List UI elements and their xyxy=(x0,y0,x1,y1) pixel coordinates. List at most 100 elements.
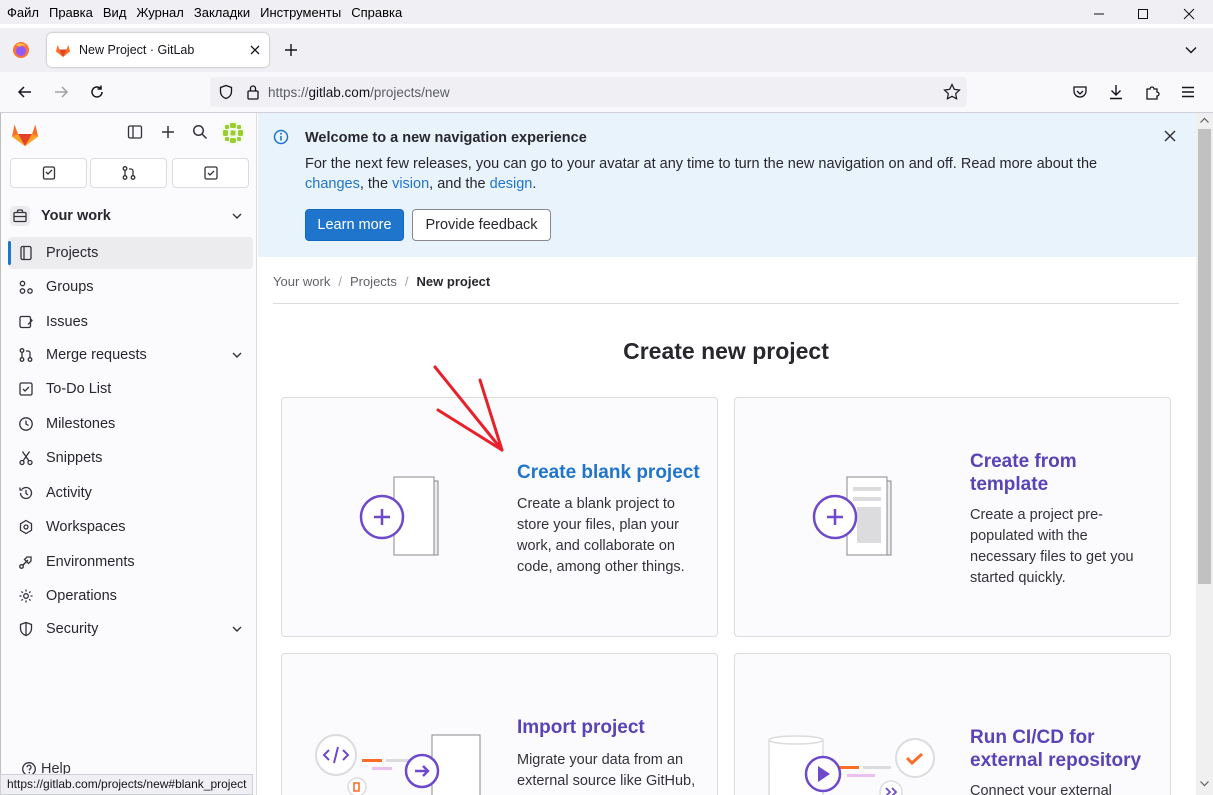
sidebar-item-label: Projects xyxy=(46,245,99,261)
learn-more-button[interactable]: Learn more xyxy=(305,209,404,241)
menu-tools[interactable]: Инструменты xyxy=(255,5,346,20)
search-button[interactable] xyxy=(192,124,208,143)
shield-tracking-icon[interactable] xyxy=(218,84,234,100)
import-project-card[interactable]: Import project Migrate your data from an… xyxy=(281,653,718,795)
sidebar-item-label: To-Do List xyxy=(46,381,112,397)
template-illustration xyxy=(812,476,892,556)
menu-view[interactable]: Вид xyxy=(98,5,132,20)
create-new-button[interactable] xyxy=(160,124,176,143)
breadcrumb: Your work / Projects / New project xyxy=(273,273,491,289)
user-avatar[interactable] xyxy=(221,121,245,148)
sidebar-item-snippets[interactable]: Snippets xyxy=(8,442,253,474)
todo-list-button[interactable] xyxy=(172,158,249,188)
gitlab-logo-icon xyxy=(12,124,38,146)
url-text[interactable]: https://gitlab.com/projects/new xyxy=(268,85,450,100)
minimize-button[interactable] xyxy=(1076,0,1122,28)
close-window-button[interactable] xyxy=(1166,0,1212,28)
merge-requests-button[interactable] xyxy=(90,158,167,188)
provide-feedback-button[interactable]: Provide feedback xyxy=(412,209,551,241)
sidebar-item-label: Operations xyxy=(46,588,117,604)
new-tab-button[interactable] xyxy=(279,38,303,62)
sidebar-item-todo-list[interactable]: To-Do List xyxy=(8,373,253,405)
info-icon xyxy=(273,129,289,145)
minimize-icon xyxy=(1094,13,1104,15)
forward-arrow-icon xyxy=(55,86,69,98)
firefox-icon[interactable] xyxy=(9,38,33,62)
sidebar-item-label: Groups xyxy=(46,279,94,295)
card-description: Connect your external xyxy=(970,783,1112,795)
menu-file[interactable]: Файл xyxy=(2,5,44,20)
breadcrumb-your-work[interactable]: Your work xyxy=(273,274,330,289)
navigation-toolbar: https://gitlab.com/projects/new xyxy=(0,72,1213,113)
extensions-button[interactable] xyxy=(1140,80,1164,104)
download-icon xyxy=(1110,85,1122,100)
gitlab-logo[interactable] xyxy=(11,121,39,150)
menu-bookmarks[interactable]: Закладки xyxy=(189,5,255,20)
create-from-template-card[interactable]: Create from template Create a project pr… xyxy=(734,397,1171,637)
card-title[interactable]: Import project xyxy=(517,716,707,739)
group-icon xyxy=(18,279,34,295)
context-switcher[interactable]: Your work xyxy=(9,199,251,233)
sidebar-item-operations[interactable]: Operations xyxy=(8,580,253,612)
tab-title: New Project · GitLab xyxy=(79,43,195,57)
new-navigation-banner: Welcome to a new navigation experience F… xyxy=(258,113,1196,257)
design-link[interactable]: design xyxy=(490,176,533,192)
pocket-button[interactable] xyxy=(1068,80,1092,104)
list-tabs-button[interactable] xyxy=(1179,38,1203,62)
card-title[interactable]: Run CI/CD for external repository xyxy=(970,726,1170,772)
menu-history[interactable]: Журнал xyxy=(131,5,188,20)
sidebar-item-security[interactable]: Security xyxy=(8,613,253,645)
back-button[interactable] xyxy=(13,80,37,104)
assigned-issues-button[interactable] xyxy=(10,158,87,188)
page-scrollbar[interactable] xyxy=(1196,113,1213,795)
tab-gitlab[interactable]: New Project · GitLab xyxy=(47,33,269,67)
vision-link[interactable]: vision xyxy=(392,176,429,192)
scroll-down-icon[interactable] xyxy=(1200,781,1209,787)
sidebar-item-milestones[interactable]: Milestones xyxy=(8,408,253,440)
banner-body: For the next few releases, you can go to… xyxy=(305,156,1098,192)
chevron-down-icon xyxy=(1185,47,1197,54)
milestone-icon xyxy=(18,416,34,432)
divider xyxy=(273,303,1179,304)
toggle-sidebar-button[interactable] xyxy=(127,124,143,143)
menu-help[interactable]: Справка xyxy=(346,5,407,20)
url-bar[interactable]: https://gitlab.com/projects/new xyxy=(210,77,967,107)
cloud-icon xyxy=(18,588,34,604)
scroll-up-icon[interactable] xyxy=(1200,117,1209,123)
close-icon xyxy=(1183,8,1195,20)
reload-button[interactable] xyxy=(85,80,109,104)
sidebar-item-activity[interactable]: Activity xyxy=(8,477,253,509)
app-menu-button[interactable] xyxy=(1176,80,1200,104)
issues-icon xyxy=(18,314,34,330)
shield-icon xyxy=(18,621,34,637)
sidebar-item-workspaces[interactable]: Workspaces xyxy=(8,511,253,543)
sidebar-item-projects[interactable]: Projects xyxy=(8,237,253,269)
sidebar-item-groups[interactable]: Groups xyxy=(8,271,253,303)
maximize-button[interactable] xyxy=(1120,0,1166,28)
lock-icon[interactable] xyxy=(246,84,260,100)
sidebar-item-issues[interactable]: Issues xyxy=(8,306,253,338)
card-title[interactable]: Create blank project xyxy=(517,461,707,484)
changes-link[interactable]: changes xyxy=(305,176,360,192)
card-title[interactable]: Create from template xyxy=(970,450,1160,496)
run-cicd-card[interactable]: Run CI/CD for external repository Connec… xyxy=(734,653,1171,795)
close-tab-icon[interactable] xyxy=(249,44,261,56)
close-icon[interactable] xyxy=(1164,130,1176,142)
downloads-button[interactable] xyxy=(1104,80,1128,104)
sidebar-item-label: Issues xyxy=(46,314,88,330)
merge-request-icon xyxy=(122,166,135,180)
plus-icon xyxy=(285,44,297,56)
scroll-thumb[interactable] xyxy=(1198,129,1211,584)
sidebar-item-label: Snippets xyxy=(46,450,103,466)
sidebar-item-label: Security xyxy=(46,621,99,637)
breadcrumb-new-project[interactable]: New project xyxy=(417,274,491,289)
sidebar-item-environments[interactable]: Environments xyxy=(8,546,253,578)
maximize-icon xyxy=(1138,9,1148,19)
sidebar-item-merge-requests[interactable]: Merge requests xyxy=(8,339,253,371)
forward-button[interactable] xyxy=(49,80,73,104)
puzzle-icon xyxy=(1146,86,1160,100)
breadcrumb-projects[interactable]: Projects xyxy=(350,274,397,289)
bookmark-star-icon[interactable] xyxy=(943,83,961,101)
merge-request-icon xyxy=(18,347,34,363)
menu-edit[interactable]: Правка xyxy=(44,5,98,20)
